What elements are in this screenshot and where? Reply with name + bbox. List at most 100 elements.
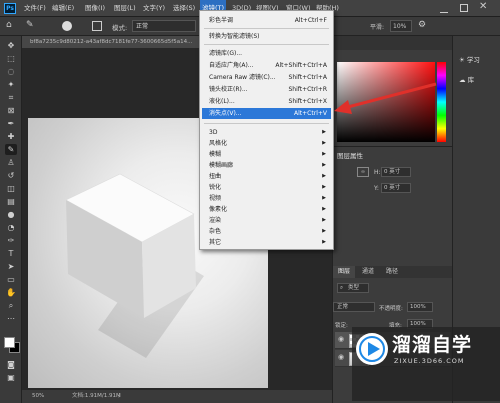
submenu-noise[interactable]: 杂色 ▶ (202, 226, 331, 237)
quick-mask-icon[interactable]: ◙ (5, 359, 17, 370)
menu-separator (204, 44, 329, 45)
submenu-arrow-icon: ▶ (322, 140, 326, 146)
menu-item-liquify[interactable]: 液化(L)... Shift+Ctrl+X (202, 96, 331, 107)
menu-item-label: 像素化 (209, 206, 228, 213)
marquee-tool-icon[interactable]: ⬚ (5, 53, 17, 64)
submenu-blur[interactable]: 模糊 ▶ (202, 149, 331, 160)
libraries-panel-button[interactable]: ☁ 库 (459, 74, 474, 84)
menu-item-adaptive-wide-angle[interactable]: 自适应广角(A)... Alt+Shift+Ctrl+A (202, 60, 331, 71)
submenu-blur-gallery[interactable]: 模糊画廊 ▶ (202, 160, 331, 171)
submenu-render[interactable]: 渲染 ▶ (202, 215, 331, 226)
healing-tool-icon[interactable]: ✚ (5, 131, 17, 142)
status-arrow-icon[interactable]: › (118, 390, 120, 403)
menu-item-label: 锐化 (209, 184, 222, 191)
zoom-tool-icon[interactable]: ⌕ (5, 300, 17, 311)
lightbulb-icon: ☀ (459, 56, 467, 64)
submenu-distort[interactable]: 扭曲 ▶ (202, 171, 331, 182)
mode-select[interactable]: 正常 (132, 20, 196, 32)
more-tools-icon[interactable]: ⋯ (5, 313, 17, 324)
menu-item-shortcut: Shift+Ctrl+X (288, 98, 327, 105)
brush-tool-icon[interactable]: ✎ (5, 144, 17, 155)
blur-tool-icon[interactable]: ● (5, 209, 17, 220)
submenu-arrow-icon: ▶ (322, 162, 326, 168)
submenu-video[interactable]: 视频 ▶ (202, 193, 331, 204)
submenu-pixelate[interactable]: 像素化 ▶ (202, 204, 331, 215)
kind-label: 类型 (348, 285, 360, 291)
play-icon (359, 336, 385, 362)
submenu-arrow-icon: ▶ (322, 228, 326, 234)
menu-item-camera-raw[interactable]: Camera Raw 滤镜(C)... Shift+Ctrl+A (202, 72, 331, 83)
h-input[interactable]: 0 英寸 (381, 167, 411, 177)
menu-layer[interactable]: 图层(L) (114, 0, 136, 17)
submenu-arrow-icon: ▶ (322, 206, 326, 212)
eraser-tool-icon[interactable]: ◫ (5, 183, 17, 194)
tab-channels[interactable]: 通道 (357, 266, 379, 278)
dodge-tool-icon[interactable]: ◔ (5, 222, 17, 233)
zoom-level[interactable]: 50% (32, 390, 44, 403)
menu-item-lens-correction[interactable]: 镜头校正(R)... Shift+Ctrl+R (202, 84, 331, 95)
menu-item-last-filter[interactable]: 彩色半调 Alt+Ctrl+F (202, 15, 331, 26)
smooth-label: 平滑: (370, 24, 385, 31)
brush-size-icon[interactable] (62, 21, 72, 31)
menu-item-shortcut: Shift+Ctrl+A (288, 74, 327, 81)
watermark-logo (356, 333, 388, 365)
layer-kind-filter[interactable]: ⌕ 类型 (337, 283, 369, 293)
submenu-arrow-icon: ▶ (322, 239, 326, 245)
frame-tool-icon[interactable]: ⊠ (5, 105, 17, 116)
blend-mode-select[interactable]: 正常 (333, 302, 375, 312)
foreground-color-swatch[interactable] (4, 337, 15, 348)
y-input[interactable]: 0 英寸 (381, 183, 411, 193)
pen-tool-icon[interactable]: ✑ (5, 235, 17, 246)
settings-gear-icon[interactable]: ⚙ (418, 20, 426, 30)
eyedropper-tool-icon[interactable]: ✒ (5, 118, 17, 129)
learn-panel-button[interactable]: ☀ 学习 (459, 54, 480, 64)
menu-select[interactable]: 选择(S) (173, 0, 195, 17)
submenu-3d[interactable]: 3D ▶ (202, 127, 331, 138)
menu-file[interactable]: 文件(F) (24, 0, 46, 17)
type-tool-icon[interactable]: T (5, 248, 17, 259)
submenu-stylize[interactable]: 风格化 ▶ (202, 138, 331, 149)
learn-label: 学习 (466, 56, 480, 64)
menu-item-label: 3D (209, 129, 218, 136)
quick-select-tool-icon[interactable]: ✦ (5, 79, 17, 90)
menu-item-label: 视频 (209, 195, 222, 202)
brush-preset-icon[interactable]: ✎ (26, 20, 34, 30)
menu-item-filter-gallery[interactable]: 滤镜库(G)... (202, 48, 331, 59)
menu-item-shortcut: Alt+Ctrl+V (294, 110, 327, 117)
menu-image[interactable]: 图像(I) (85, 0, 105, 17)
filter-menu-dropdown: 彩色半调 Alt+Ctrl+F 转换为智能滤镜(S) 滤镜库(G)... 自适应… (199, 10, 334, 250)
menu-item-label: 滤镜库(G)... (209, 50, 243, 57)
history-brush-icon[interactable]: ↺ (5, 170, 17, 181)
gradient-tool-icon[interactable]: ▤ (5, 196, 17, 207)
home-icon[interactable]: ⌂ (6, 20, 12, 30)
tab-paths[interactable]: 路径 (381, 266, 403, 278)
visibility-eye-icon[interactable]: ◉ (338, 335, 344, 343)
menu-edit[interactable]: 编辑(E) (52, 0, 74, 17)
menu-item-shortcut: Shift+Ctrl+R (288, 86, 327, 93)
menu-item-convert-smart-filter[interactable]: 转换为智能滤镜(S) (202, 31, 331, 42)
brush-panel-icon[interactable] (92, 21, 102, 31)
visibility-eye-icon[interactable]: ◉ (338, 353, 344, 361)
opacity-input[interactable]: 100% (407, 302, 433, 312)
move-tool-icon[interactable]: ✥ (5, 40, 17, 51)
link-dimensions-icon[interactable]: ∞ (357, 167, 369, 177)
library-label: 库 (467, 76, 475, 84)
tab-layers[interactable]: 图层 (333, 266, 355, 278)
crop-tool-icon[interactable]: ⌗ (5, 92, 17, 103)
path-select-tool-icon[interactable]: ➤ (5, 261, 17, 272)
minimize-icon[interactable] (440, 3, 448, 13)
menu-type[interactable]: 文字(Y) (143, 0, 165, 17)
maximize-icon[interactable] (460, 4, 468, 12)
hand-tool-icon[interactable]: ✋ (5, 287, 17, 298)
screen-mode-icon[interactable]: ▣ (5, 372, 17, 383)
panel-divider (333, 146, 453, 147)
close-icon[interactable]: ✕ (479, 1, 487, 12)
submenu-sharpen[interactable]: 锐化 ▶ (202, 182, 331, 193)
menu-item-label: Camera Raw 滤镜(C)... (209, 74, 276, 81)
stamp-tool-icon[interactable]: ♙ (5, 157, 17, 168)
menu-item-vanishing-point[interactable]: 消失点(V)... Alt+Ctrl+V (202, 108, 331, 119)
submenu-other[interactable]: 其它 ▶ (202, 237, 331, 248)
lasso-tool-icon[interactable]: ◌ (5, 66, 17, 77)
shape-tool-icon[interactable]: ▭ (5, 274, 17, 285)
smooth-input[interactable]: 10% (390, 20, 412, 32)
